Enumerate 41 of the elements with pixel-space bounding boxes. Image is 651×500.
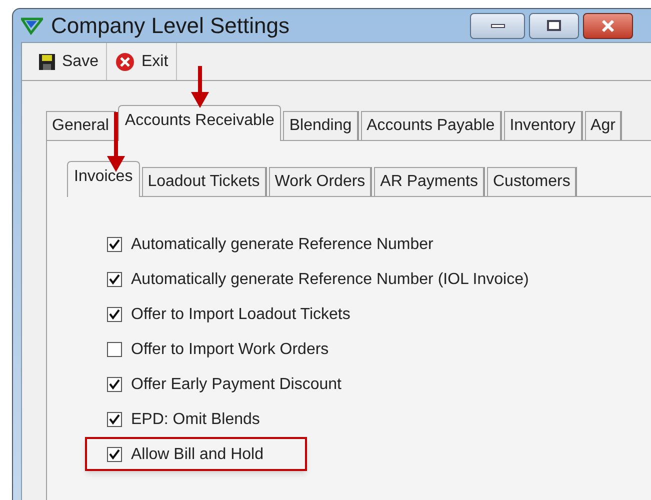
option-label: Offer Early Payment Discount bbox=[131, 374, 342, 394]
close-icon bbox=[115, 52, 136, 72]
checkmark-icon bbox=[109, 274, 120, 285]
checkmark-icon bbox=[109, 239, 120, 250]
option-label: Allow Bill and Hold bbox=[131, 444, 264, 464]
checkbox[interactable] bbox=[107, 342, 122, 357]
checkbox[interactable] bbox=[107, 307, 122, 322]
tab[interactable]: Customers bbox=[486, 167, 578, 196]
tab[interactable]: General bbox=[46, 111, 116, 140]
checkmark-icon bbox=[109, 414, 120, 425]
close-button[interactable] bbox=[583, 12, 633, 38]
window-title: Company Level Settings bbox=[51, 12, 290, 40]
tab[interactable]: Agr bbox=[584, 111, 622, 140]
tab[interactable]: Blending bbox=[283, 111, 359, 140]
checkbox[interactable] bbox=[107, 272, 122, 287]
toolbar-button[interactable]: Save bbox=[30, 43, 108, 80]
close-icon bbox=[601, 18, 615, 32]
checkmark-icon bbox=[109, 449, 120, 460]
checkbox[interactable] bbox=[107, 447, 122, 462]
app-logo-icon bbox=[21, 16, 43, 34]
annotation-arrow bbox=[190, 66, 210, 108]
checkbox[interactable] bbox=[107, 412, 122, 427]
tab[interactable]: Work Orders bbox=[268, 167, 372, 196]
option-label: Automatically generate Reference Number bbox=[131, 234, 434, 254]
maximize-button[interactable] bbox=[529, 12, 579, 38]
checkbox[interactable] bbox=[107, 237, 122, 252]
minimize-button[interactable] bbox=[470, 12, 525, 38]
tab[interactable]: Accounts Payable bbox=[360, 111, 502, 140]
tab[interactable]: Invoices bbox=[67, 161, 140, 197]
option-label: Automatically generate Reference Number (IOL Invoice) bbox=[131, 270, 529, 290]
option-label: EPD: Omit Blends bbox=[131, 410, 260, 430]
option-label: Offer to Import Work Orders bbox=[131, 340, 329, 360]
checkbox[interactable] bbox=[107, 377, 122, 392]
tab[interactable]: Accounts Receivable bbox=[118, 105, 282, 141]
checkmark-icon bbox=[109, 309, 120, 320]
checkmark-icon bbox=[109, 379, 120, 390]
option-label: Offer to Import Loadout Tickets bbox=[131, 304, 350, 324]
tab[interactable]: AR Payments bbox=[374, 167, 485, 196]
tab[interactable]: Inventory bbox=[504, 111, 583, 140]
tab[interactable]: Loadout Tickets bbox=[142, 167, 267, 196]
toolbar-button[interactable]: Exit bbox=[107, 43, 178, 80]
